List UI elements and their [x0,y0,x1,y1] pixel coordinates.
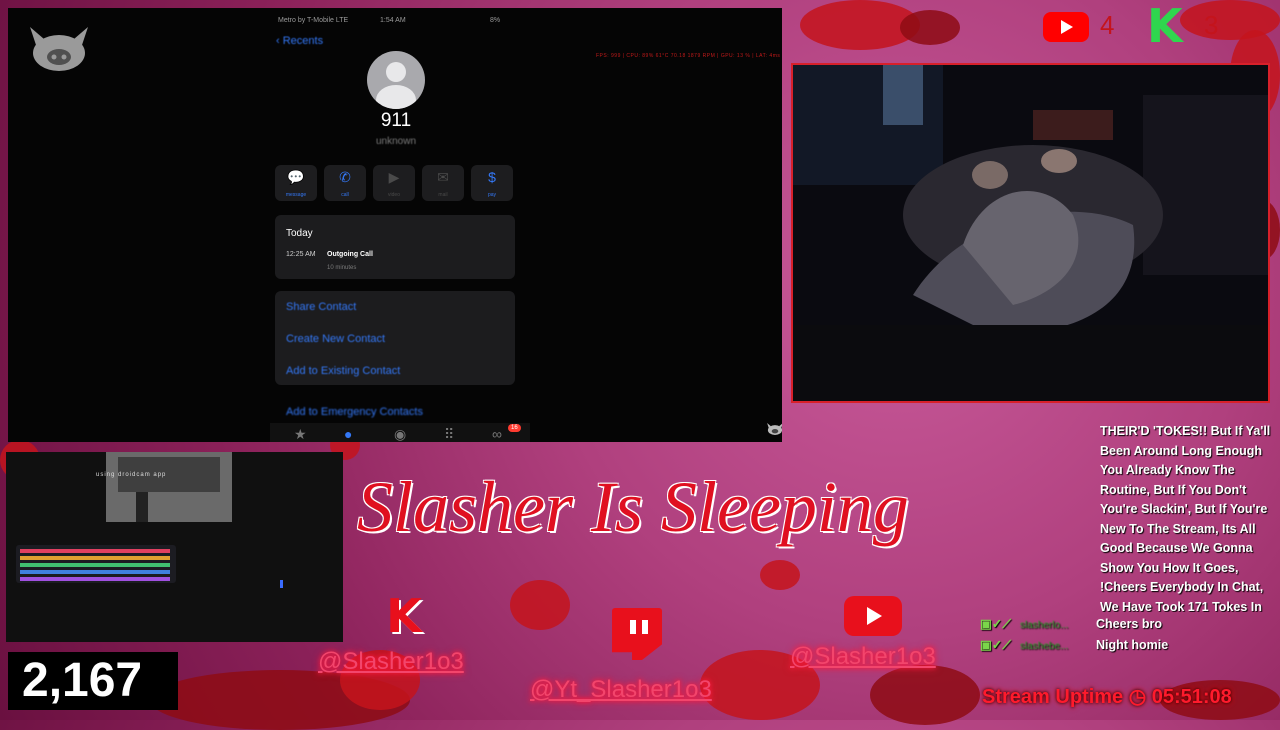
contact-avatar [367,51,425,109]
chat-username: slasherlo... [1020,620,1069,631]
phone-status-bar: Metro by T-Mobile LTE 1:54 AM 8% [278,17,528,29]
message-button[interactable]: 💬 message [275,165,317,201]
contact-subtitle: unknown [375,136,417,147]
share-contact-link[interactable]: Share Contact [286,301,356,313]
history-call-type: Outgoing Call [327,251,373,258]
clock-label: 1:54 AM [380,17,406,24]
voicemail-icon[interactable]: ∞ [492,426,502,442]
contact-links-card: Share Contact Create New Contact Add to … [275,291,515,385]
message-icon: 💬 [287,169,305,185]
blood-splatter [510,580,570,630]
performance-overlay: FPS: 999 | CPU: 89% 61°C 70.18 1879 RPM … [596,53,781,59]
blood-splatter [870,665,980,725]
chat-message: ▣✓⟋ slasherlo... Cheers bro [980,616,1162,632]
recents-icon[interactable]: ● [344,426,352,442]
webcam-image [793,65,1268,401]
create-contact-link[interactable]: Create New Contact [286,333,385,345]
chat-bot-message: THEIR'D 'TOKES!! But If Ya'll Been Aroun… [1100,424,1271,612]
chat-text: Night homie [1096,638,1169,652]
chat-text: Cheers bro [1096,617,1162,631]
desk-cam-image [6,452,343,642]
stream-status-banner: Slasher Is Sleeping [357,467,909,547]
youtube-icon [844,596,902,636]
uptime-label: Stream Uptime [982,686,1124,708]
battery-label: 8% [490,17,501,24]
dollar-icon: $ [488,169,496,185]
mail-button[interactable]: ✉ mail [422,165,464,201]
history-day: Today [286,228,313,239]
clock-icon: ◷ [1128,686,1152,708]
twitch-icon [612,608,662,660]
pig-logo-icon [30,27,88,71]
history-duration: 10 minutes [327,265,357,271]
carrier-label: Metro by T-Mobile LTE [278,17,349,24]
chat-badges: ▣✓⟋ [980,617,1012,631]
keypad-icon[interactable]: ⠿ [444,426,454,442]
pig-logo-icon [767,423,782,435]
call-history-card: Today 12:25 AM Outgoing Call 10 minutes [275,215,515,279]
stream-uptime: Stream Uptime ◷ 05:51:08 [982,684,1232,709]
favorites-icon[interactable]: ★ [294,426,307,442]
cam-caption: using droidcam app [96,472,167,478]
chevron-left-icon: ‹ [276,35,283,47]
call-button[interactable]: ✆ call [324,165,366,201]
phone-tab-bar: ★ ● ◉ ⠿ ∞ [270,423,530,442]
follower-count: 2,167 [22,654,143,707]
phone-icon: ✆ [339,169,351,185]
twitch-handle: @Yt_Slasher1o3 [530,676,712,703]
blood-splatter [900,10,960,45]
youtube-handle: @Slasher1o3 [790,643,936,670]
phone-screen-capture: Metro by T-Mobile LTE 1:54 AM 8% ‹ Recen… [8,8,782,442]
emergency-contact-link[interactable]: Add to Emergency Contacts [286,406,423,418]
desk-webcam-feed: using droidcam app [6,452,343,642]
blood-splatter [760,560,800,590]
add-existing-contact-link[interactable]: Add to Existing Contact [286,365,400,377]
bedroom-webcam-feed [791,63,1270,403]
video-button[interactable]: ▶ video [373,165,415,201]
youtube-icon [1043,12,1089,42]
chat-badges: ▣✓⟋ [980,638,1012,652]
voicemail-badge: 16 [508,424,521,432]
pay-button[interactable]: $ pay [471,165,513,201]
kick-handle: @Slasher1o3 [318,648,464,675]
contacts-icon[interactable]: ◉ [394,426,406,442]
contact-actions: 💬 message ✆ call ▶ video ✉ mail $ pay [275,165,515,203]
contact-name: 911 [380,110,412,131]
back-recents-link[interactable]: ‹ Recents [276,35,323,47]
youtube-count: 4 [1100,10,1115,40]
kick-icon: K [1147,0,1183,53]
mail-icon: ✉ [437,169,449,185]
chat-message: ▣✓⟋ slashebe... Night homie [980,637,1168,653]
uptime-value: 05:51:08 [1151,686,1232,708]
kick-count: 3 [1204,10,1219,40]
history-time: 12:25 AM [286,251,316,258]
back-label: Recents [282,35,324,47]
kick-icon: K [386,589,422,643]
chat-username: slashebe... [1020,641,1069,652]
video-icon: ▶ [388,169,400,185]
